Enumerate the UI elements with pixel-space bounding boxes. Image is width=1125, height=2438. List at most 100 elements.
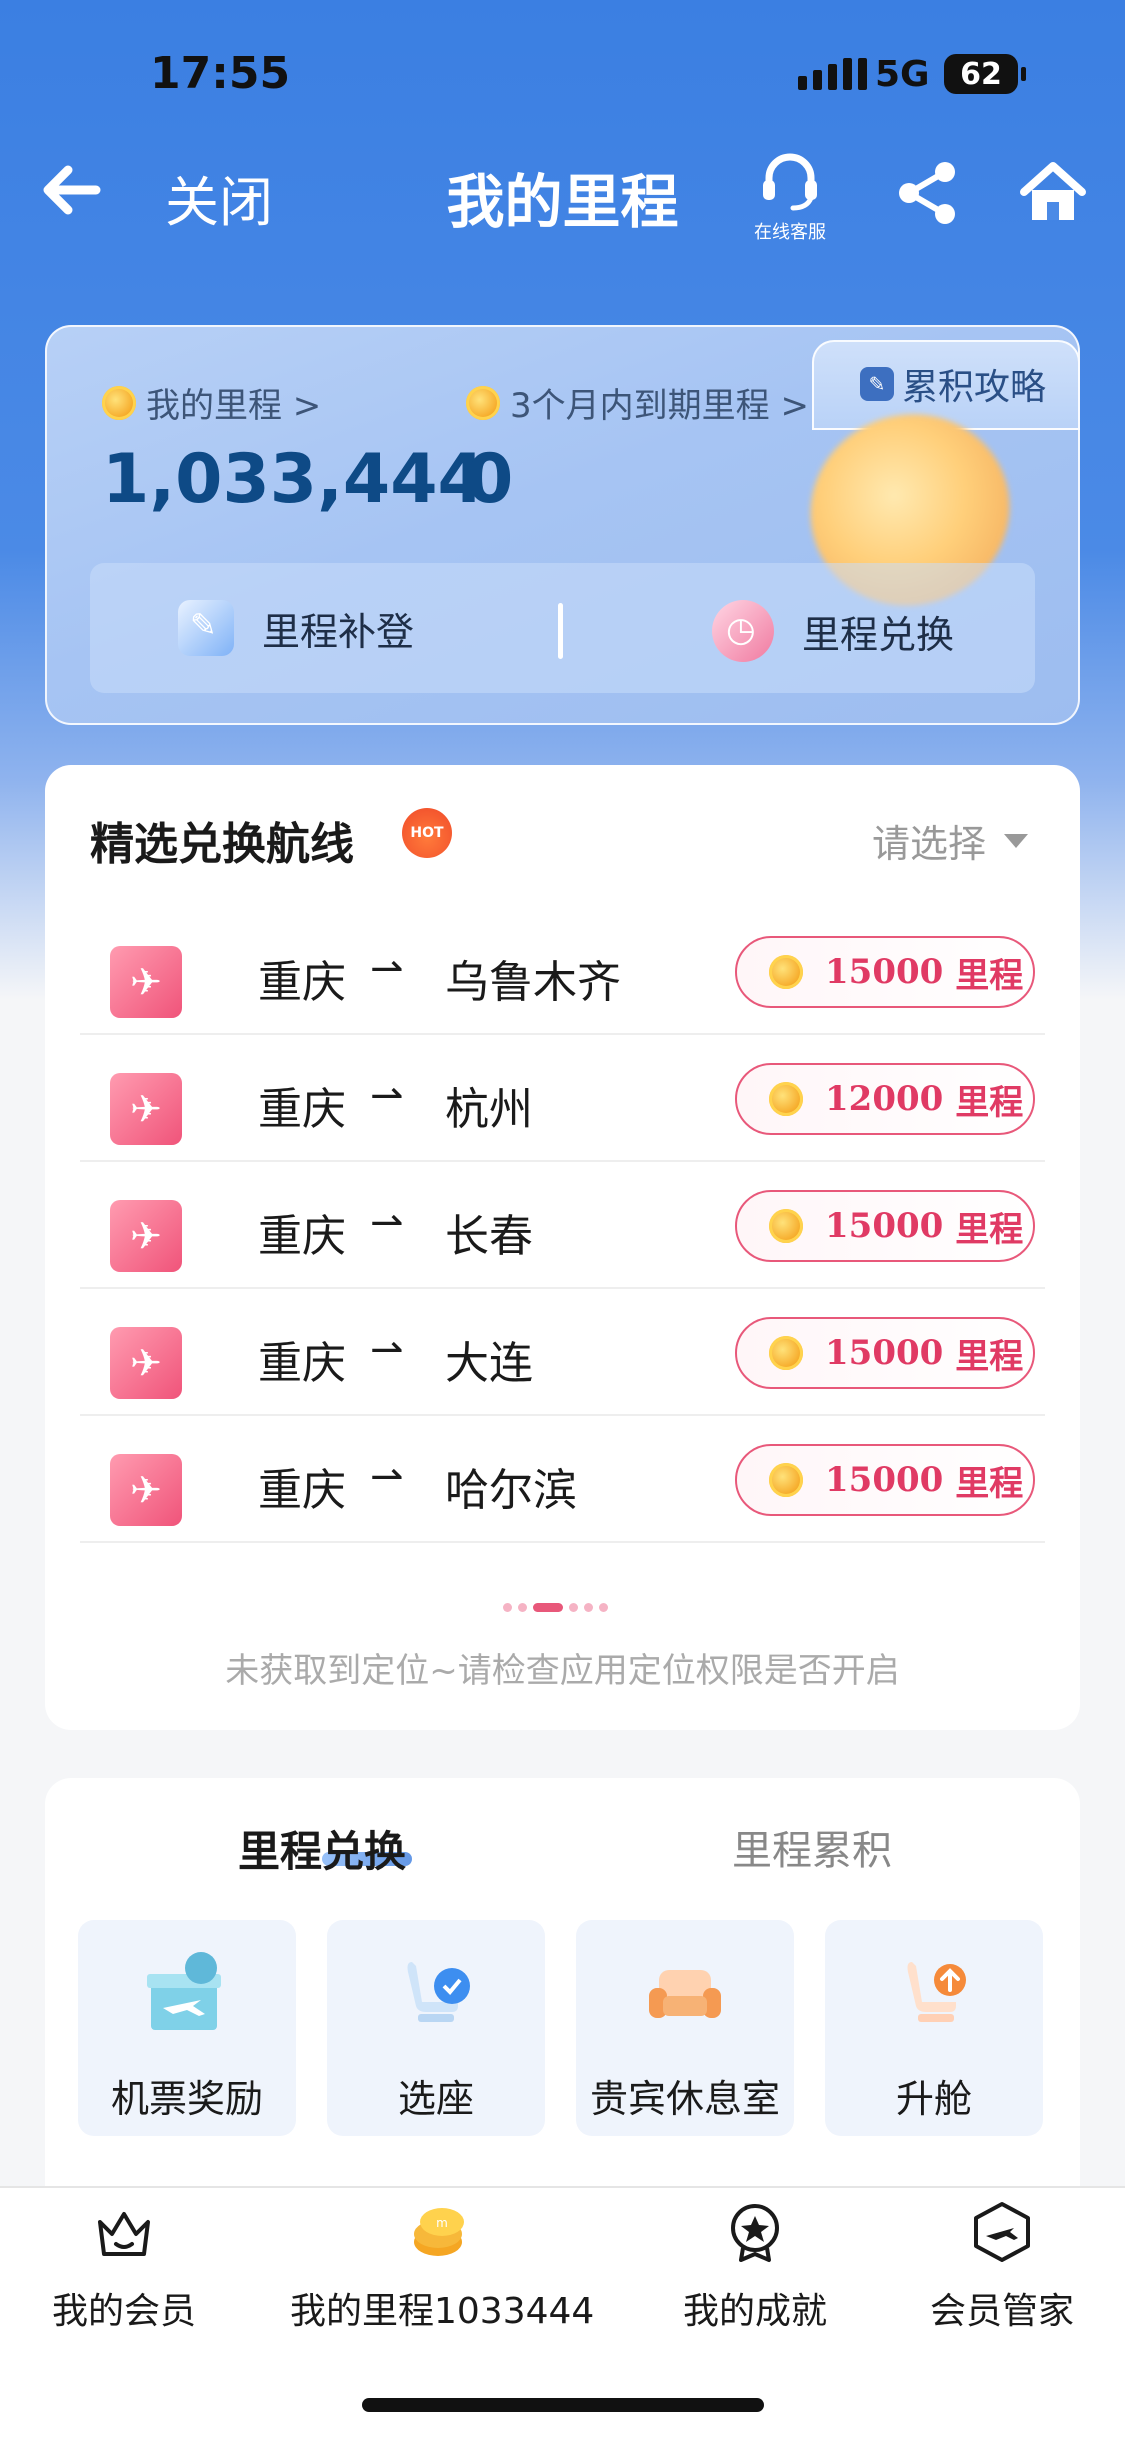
route-arrow-icon: ⇀ (370, 946, 404, 992)
home-indicator[interactable] (362, 2398, 764, 2412)
network-label: 5G (875, 54, 930, 95)
gift-plane-icon (147, 1952, 221, 2030)
miles-unit: 里程 (955, 1209, 1024, 1250)
carousel-dot (503, 1603, 512, 1612)
route-to: 乌鲁木齐 (445, 957, 621, 1008)
online-service-button[interactable]: 在线客服 (745, 150, 835, 243)
tile-vip-lounge[interactable]: 贵宾休息室 (576, 1920, 794, 2136)
route-from: 重庆 (258, 1338, 346, 1389)
pencil-icon (178, 600, 234, 656)
route-row[interactable]: ✈ 重庆 ⇀ 长春 15000 里程 (80, 1162, 1045, 1289)
bottom-nav-label: 我的成就 (682, 2291, 827, 2332)
tile-label: 机票奖励 (110, 2077, 263, 2121)
seat-icon (407, 1962, 470, 2022)
home-icon[interactable] (1018, 158, 1088, 228)
miles-price: 12000 (825, 1079, 944, 1119)
route-from: 重庆 (258, 1084, 346, 1135)
coin-icon (769, 1082, 803, 1116)
miles-price-pill[interactable]: 15000 里程 (735, 936, 1035, 1008)
tab-miles-redeem[interactable]: 里程兑换 (238, 1818, 406, 1879)
action-divider (558, 603, 563, 659)
bottom-nav-member[interactable]: 我的会员 (44, 2200, 204, 2334)
crown-icon (98, 2212, 150, 2256)
routes-title: 精选兑换航线 (90, 819, 354, 870)
plane-icon: ✈ (110, 1073, 182, 1145)
share-icon[interactable] (893, 158, 963, 228)
plane-icon: ✈ (110, 1200, 182, 1272)
select-label: 请选择 (872, 822, 987, 866)
route-from: 重庆 (258, 1465, 346, 1516)
bottom-nav-label: 我的里程1033444 (290, 2291, 595, 2332)
tab-miles-accumulate[interactable]: 里程累积 (732, 1818, 892, 1876)
expiring-miles-link[interactable]: 3个月内到期里程 > (466, 378, 809, 427)
miles-price-pill[interactable]: 15000 里程 (735, 1190, 1035, 1262)
route-to: 大连 (445, 1338, 533, 1389)
miles-price-pill[interactable]: 15000 里程 (735, 1444, 1035, 1516)
tile-label: 升舱 (895, 2077, 972, 2121)
tile-upgrade[interactable]: 升舱 (825, 1920, 1043, 2136)
my-miles-link[interactable]: 我的里程 > (102, 378, 321, 427)
guide-label: 累积攻略 (902, 367, 1047, 408)
miles-price: 15000 (825, 952, 944, 992)
miles-claim-label: 里程补登 (262, 609, 415, 654)
miles-price: 15000 (825, 1333, 944, 1373)
guide-doc-icon: ✎ (860, 367, 894, 401)
medal-icon (731, 2204, 779, 2262)
miles-price: 15000 (825, 1460, 944, 1500)
miles-redeem-label: 里程兑换 (802, 612, 955, 657)
coin-icon (769, 1209, 803, 1243)
route-from: 重庆 (258, 1211, 346, 1262)
miles-redeem-button[interactable]: 里程兑换 (712, 600, 954, 662)
headset-icon (763, 153, 817, 211)
miles-unit: 里程 (955, 955, 1024, 996)
sofa-icon (649, 1970, 721, 2018)
service-label: 在线客服 (754, 222, 826, 243)
miles-price-pill[interactable]: 15000 里程 (735, 1317, 1035, 1389)
caret-down-icon (1004, 833, 1029, 848)
my-miles-label: 我的里程 > (146, 386, 322, 426)
route-from: 重庆 (258, 957, 346, 1008)
coin-icon (466, 385, 500, 420)
route-arrow-icon: ⇀ (370, 1073, 404, 1119)
tile-ticket-reward[interactable]: 机票奖励 (78, 1920, 296, 2136)
status-time: 17:55 (150, 48, 291, 99)
tile-seat-selection[interactable]: 选座 (327, 1920, 545, 2136)
carousel-dot (599, 1603, 608, 1612)
tile-label: 贵宾休息室 (589, 2077, 780, 2121)
expiring-miles-label: 3个月内到期里程 > (510, 386, 809, 426)
miles-price-pill[interactable]: 12000 里程 (735, 1063, 1035, 1135)
route-row[interactable]: ✈ 重庆 ⇀ 杭州 12000 里程 (80, 1035, 1045, 1162)
route-row[interactable]: ✈ 重庆 ⇀ 哈尔滨 15000 里程 (80, 1416, 1045, 1543)
my-miles-value: 1,033,444 (102, 440, 485, 519)
route-row[interactable]: ✈ 重庆 ⇀ 大连 15000 里程 (80, 1289, 1045, 1416)
bottom-nav-butler[interactable]: 会员管家 (922, 2200, 1082, 2334)
coin-icon (769, 1463, 803, 1497)
expiring-miles-value: 0 (466, 440, 514, 519)
coin-icon (769, 955, 803, 989)
route-row[interactable]: ✈ 重庆 ⇀ 乌鲁木齐 15000 里程 (80, 908, 1045, 1035)
clock-icon (712, 600, 774, 662)
butler-plane-icon (974, 2202, 1030, 2262)
carousel-dots[interactable] (503, 1603, 608, 1612)
carousel-dot (518, 1603, 527, 1612)
miles-unit: 里程 (955, 1082, 1024, 1123)
hot-badge-icon: HOT (402, 808, 452, 858)
bottom-nav-label: 我的会员 (51, 2291, 196, 2332)
plane-icon: ✈ (110, 1327, 182, 1399)
miles-unit: 里程 (955, 1463, 1024, 1504)
route-to: 杭州 (445, 1084, 533, 1135)
route-filter-select[interactable]: 请选择 (872, 813, 1029, 868)
bottom-nav-label: 会员管家 (929, 2291, 1074, 2332)
miles-claim-button[interactable]: 里程补登 (178, 600, 414, 656)
plane-icon: ✈ (110, 946, 182, 1018)
carousel-dot (569, 1603, 578, 1612)
bottom-nav-achievements[interactable]: 我的成就 (675, 2200, 835, 2334)
bottom-nav-miles[interactable]: m 我的里程1033444 (290, 2200, 595, 2334)
accumulation-guide-button[interactable]: ✎ 累积攻略 (860, 358, 1046, 410)
svg-text:m: m (436, 2216, 448, 2230)
route-arrow-icon: ⇀ (370, 1454, 404, 1500)
tile-label: 选座 (397, 2077, 474, 2121)
route-to: 哈尔滨 (445, 1465, 577, 1516)
route-to: 长春 (445, 1211, 533, 1262)
coin-icon (769, 1336, 803, 1370)
